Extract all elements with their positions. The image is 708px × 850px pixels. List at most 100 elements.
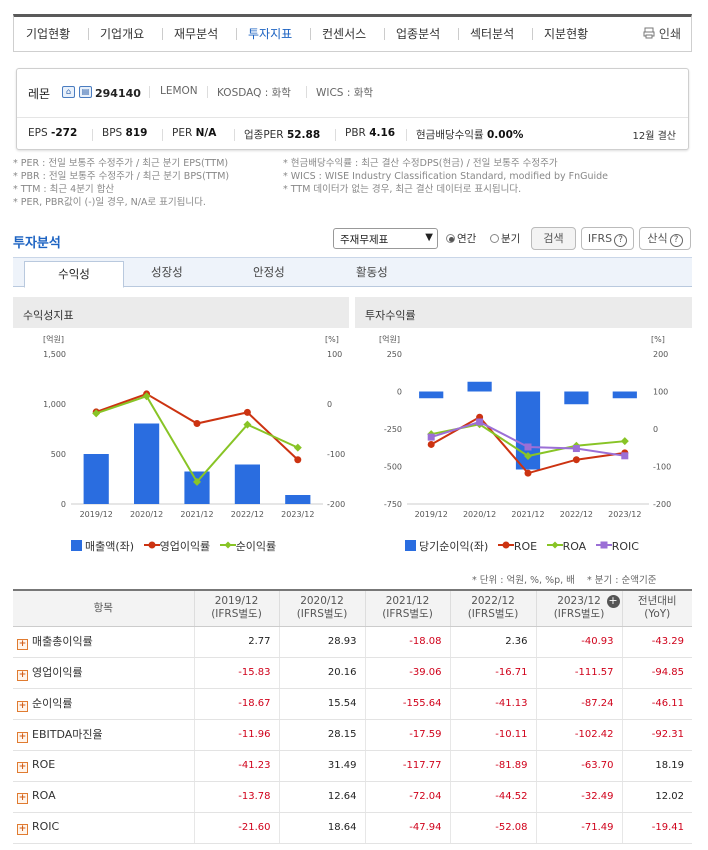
table-cell: -19.41 [622, 812, 692, 844]
printer-icon [643, 27, 655, 39]
meta-divider [207, 86, 208, 98]
legend-purple-line-swatch [595, 541, 612, 549]
section-title: 투자분석 [13, 236, 61, 251]
chart-legend: 매출액(좌) 영업이익률 순이익률 [71, 538, 282, 554]
radio-checked-icon [446, 234, 455, 243]
row-label[interactable]: + 매출총이익률 [13, 626, 195, 658]
y-right-tick-label: 0 [653, 425, 658, 434]
row-label[interactable]: + ROA [13, 781, 195, 813]
legend-bar-swatch [405, 540, 416, 551]
expand-row-icon[interactable]: + [17, 793, 28, 804]
top-navigation: 기업현황 기업개요 재무분석 투자지표 컨센서스 업종분석 섹터분석 지분현황 … [13, 14, 692, 52]
table-cell: 18.64 [279, 812, 366, 844]
disclosure-icon[interactable]: ▤ [79, 86, 92, 98]
nav-divider [310, 28, 311, 40]
homepage-icon[interactable]: ⌂ [62, 86, 75, 98]
radio-quarter[interactable]: 분기 [490, 231, 520, 246]
print-button[interactable]: 인쇄 [643, 25, 681, 42]
expand-row-icon[interactable]: + [17, 639, 28, 650]
row-label[interactable]: + EBITDA마진율 [13, 719, 195, 751]
nav-tab-industry-analysis[interactable]: 업종분석 [396, 25, 440, 42]
nav-tab-financial-analysis[interactable]: 재무분석 [174, 25, 218, 42]
row-label[interactable]: + ROIC [13, 812, 195, 844]
expand-row-icon[interactable]: + [17, 701, 28, 712]
note-na: * PER, PBR값이 (-)일 경우, N/A로 표기됩니다. [13, 197, 206, 208]
x-tick-label: 2019/12 [80, 510, 113, 519]
select-value: 주재무제표 [340, 234, 389, 246]
profitability-table: 항목 2019/12 (IFRS별도) 2020/12 (IFRS별도) 2021/… [13, 589, 692, 844]
legend-item-operating-margin[interactable]: 영업이익률 [143, 540, 210, 553]
table-cell: -11.96 [194, 719, 280, 751]
note-dividend: * 현금배당수익률 : 최근 결산 수정DPS(현금) / 전일 보통주 수정주… [283, 158, 558, 169]
expand-row-icon[interactable]: + [17, 670, 28, 681]
x-tick-label: 2021/12 [180, 510, 213, 519]
market-classification: KOSDAQ : 화학 [217, 87, 291, 99]
ratio-divider [234, 129, 235, 141]
row-label[interactable]: + 순이익률 [13, 688, 195, 720]
chevron-down-icon: ▼ [425, 232, 433, 243]
data-point [476, 418, 484, 426]
search-button[interactable]: 검색 [531, 227, 576, 250]
table-cell: -94.85 [622, 657, 692, 689]
legend-item-roa[interactable]: ROA [546, 540, 586, 553]
table-cell: -39.06 [365, 657, 451, 689]
row-label-text: ROE [32, 758, 56, 771]
row-label-text: ROA [32, 789, 56, 802]
tab-activity[interactable]: 활동성 [356, 264, 388, 280]
row-label[interactable]: + 영업이익률 [13, 657, 195, 689]
per-ratio: PER N/A [172, 127, 217, 139]
expand-row-icon[interactable]: + [17, 762, 28, 773]
legend-item-net-margin[interactable]: 순이익률 [219, 540, 276, 553]
formula-help-button[interactable]: 산식? [639, 227, 691, 250]
chart-legend: 당기순이익(좌) ROE ROA ROIC [405, 538, 645, 554]
nav-tab-sector-analysis[interactable]: 섹터분석 [470, 25, 514, 42]
table-cell: -44.52 [450, 781, 537, 813]
nav-tab-company-info[interactable]: 기업개요 [100, 25, 144, 42]
y-left-tick-label: 0 [397, 388, 402, 397]
ifrs-label: IFRS [587, 232, 613, 245]
data-point [524, 469, 532, 477]
note-wics: * WICS : WISE Industry Classification St… [283, 171, 609, 182]
expand-columns-icon[interactable]: + [606, 595, 620, 608]
y-right-tick-label: 0 [327, 400, 332, 409]
header-period: 2020/12 (IFRS별도) [279, 589, 366, 627]
nav-tab-investment-indicators[interactable]: 투자지표 [248, 25, 292, 42]
table-cell: -72.04 [365, 781, 451, 813]
table-cell: -87.24 [536, 688, 623, 720]
table-cell: -18.08 [365, 626, 451, 658]
expand-row-icon[interactable]: + [17, 824, 28, 835]
table-cell: -43.29 [622, 626, 692, 658]
row-label[interactable]: + ROE [13, 750, 195, 782]
stock-code: 294140 [95, 87, 141, 100]
nav-tab-consensus[interactable]: 컨센서스 [322, 25, 366, 42]
ifrs-help-button[interactable]: IFRS? [581, 227, 634, 250]
right-axis-unit: [%] [325, 335, 339, 344]
tab-profitability[interactable]: 수익성 [24, 261, 124, 288]
radio-annual[interactable]: 연간 [446, 231, 476, 246]
legend-item-roe[interactable]: ROE [497, 540, 537, 553]
expand-row-icon[interactable]: + [17, 732, 28, 743]
chart-title: 수익성지표 [13, 297, 349, 328]
y-right-tick-label: 200 [653, 350, 668, 359]
quarter-note: * 분기 : 순액기준 [587, 575, 657, 586]
meta-divider [306, 86, 307, 98]
table-cell: -15.83 [194, 657, 280, 689]
y-right-tick-label: 100 [653, 388, 668, 397]
chart-title: 투자수익률 [355, 297, 692, 328]
table-cell: -41.13 [450, 688, 537, 720]
table-cell: -18.67 [194, 688, 280, 720]
statement-type-select[interactable]: 주재무제표 ▼ [333, 228, 438, 249]
nav-tab-shareholding[interactable]: 지분현황 [544, 25, 588, 42]
legend-item-net-income[interactable]: 당기순이익(좌) [405, 540, 488, 553]
x-tick-label: 2023/12 [281, 510, 314, 519]
row-label-text: EBITDA마진율 [32, 728, 103, 741]
tab-growth[interactable]: 성장성 [151, 264, 183, 280]
tab-stability[interactable]: 안정성 [253, 264, 285, 280]
y-left-tick-label: -250 [384, 425, 402, 434]
table-cell: -155.64 [365, 688, 451, 720]
legend-item-revenue[interactable]: 매출액(좌) [71, 540, 134, 553]
radio-quarter-label: 분기 [501, 233, 521, 245]
nav-tab-overview[interactable]: 기업현황 [26, 25, 70, 42]
table-cell: 2.36 [450, 626, 537, 658]
legend-item-roic[interactable]: ROIC [595, 540, 639, 553]
